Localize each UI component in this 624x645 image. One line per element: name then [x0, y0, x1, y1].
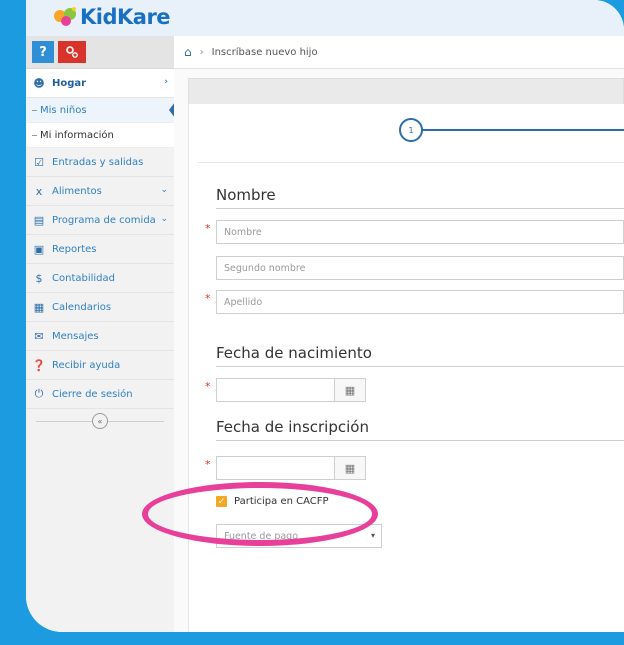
home-icon[interactable]: ⌂ — [184, 45, 192, 59]
sidebar-item-label: Entradas y salidas — [52, 156, 144, 168]
middle-name-placeholder: Segundo nombre — [224, 262, 306, 274]
breadcrumb-current: Inscríbase nuevo hijo — [211, 46, 318, 58]
dollar-icon: $ — [35, 271, 43, 285]
checkbox-icon: ☑ — [34, 155, 44, 169]
logo-mark-icon — [54, 7, 76, 26]
wizard-stepper: 1 — [399, 118, 624, 142]
gears-icon — [66, 46, 78, 58]
calendar-icon: ▦ — [344, 383, 356, 397]
last-name-input[interactable]: Apellido — [216, 290, 624, 314]
section-rule — [216, 366, 624, 367]
first-name-input[interactable]: Nombre — [216, 220, 624, 244]
top-bar: KidKare — [26, 0, 624, 36]
sidebar-item-label: Cierre de sesión — [52, 388, 133, 400]
step-indicator[interactable]: 1 — [399, 118, 423, 142]
caret-down-icon: ▾ — [370, 531, 375, 540]
sidebar-item-contabilidad[interactable]: $ Contabilidad — [26, 264, 174, 293]
cacfp-checkbox[interactable]: ✓ — [216, 496, 227, 507]
file-icon: ▣ — [33, 242, 45, 256]
required-mark: * — [205, 292, 211, 305]
chevron-down-icon: ⌄ — [160, 214, 168, 224]
first-name-placeholder: Nombre — [224, 226, 262, 238]
section-rule — [216, 440, 624, 441]
step-number: 1 — [408, 125, 414, 135]
settings-button[interactable] — [58, 41, 86, 63]
question-circle-icon: ❓ — [32, 358, 46, 372]
breadcrumb-separator-icon: › — [199, 46, 204, 58]
sidebar-item-mensajes[interactable]: ✉ Mensajes — [26, 322, 174, 351]
sidebar-item-label: Contabilidad — [52, 272, 115, 284]
required-mark: * — [205, 458, 211, 471]
sidebar-item-label: Programa de comida — [52, 214, 156, 226]
sidebar-item-programa[interactable]: ▤ Programa de comida ⌄ — [26, 206, 174, 235]
breadcrumb: ⌂ › Inscríbase nuevo hijo — [174, 36, 624, 69]
sidebar-item-entradas[interactable]: ☑ Entradas y salidas — [26, 148, 174, 177]
sidebar-item-label: Alimentos — [52, 185, 102, 197]
required-mark: * — [205, 222, 211, 235]
chevron-right-icon: › — [164, 77, 168, 87]
sidebar-item-label: Recibir ayuda — [52, 359, 121, 371]
step-connector — [421, 129, 624, 131]
section-title-fecha-inscripcion: Fecha de inscripción — [216, 418, 369, 436]
sidebar-collapse-row: « — [26, 409, 174, 433]
sidebar-item-label: Calendarios — [52, 301, 112, 313]
sidebar-subitem-label: Mis niños — [40, 104, 87, 116]
double-chevron-left-icon: « — [97, 416, 103, 426]
collapse-sidebar-button[interactable]: « — [92, 413, 108, 429]
calendar-picker-button[interactable]: ▦ — [334, 457, 365, 479]
kidkare-logo[interactable]: KidKare — [52, 2, 171, 32]
sidebar-item-cierre-sesion[interactable]: ⏻ Cierre de sesión — [26, 380, 174, 409]
help-button[interactable]: ? — [32, 41, 54, 63]
chevron-down-icon: ⌄ — [160, 185, 168, 195]
app-window: KidKare ? ☻ Hogar › Mis niños Mi informa… — [26, 0, 624, 632]
id-card-icon: ▤ — [33, 213, 45, 227]
help-label: ? — [39, 44, 47, 60]
payment-source-select[interactable]: Fuente de pago ▾ — [216, 524, 382, 548]
sidebar-item-label: Reportes — [52, 243, 97, 255]
calendar-icon: ▦ — [344, 461, 356, 475]
section-rule — [216, 208, 624, 209]
sidebar-item-hogar[interactable]: ☻ Hogar › — [26, 69, 174, 98]
utensils-icon: x — [35, 184, 43, 198]
calendar-picker-button[interactable]: ▦ — [334, 379, 365, 401]
sidebar-item-reportes[interactable]: ▣ Reportes — [26, 235, 174, 264]
required-mark: * — [205, 380, 211, 393]
sidebar-item-alimentos[interactable]: x Alimentos ⌄ — [26, 177, 174, 206]
enroll-form-panel: 1 Nombre * Nombre Segundo nombre * Apell… — [188, 104, 624, 632]
cacfp-checkbox-row[interactable]: ✓ Participa en CACFP — [216, 496, 329, 507]
cacfp-label: Participa en CACFP — [234, 496, 329, 507]
panel-header — [188, 78, 624, 106]
sidebar-item-label: Mensajes — [52, 330, 99, 342]
brand-name: KidKare — [80, 5, 171, 29]
power-icon: ⏻ — [34, 387, 44, 400]
birth-date-input[interactable]: ▦ — [216, 378, 366, 402]
payment-source-placeholder: Fuente de pago — [224, 530, 299, 542]
sidebar-item-label: Hogar — [52, 77, 87, 89]
sidebar-toolbar: ? — [26, 36, 174, 69]
sidebar-item-calendarios[interactable]: ▦ Calendarios — [26, 293, 174, 322]
sidebar: ? ☻ Hogar › Mis niños Mi información ☑ E… — [26, 36, 175, 632]
users-icon: ☻ — [33, 76, 45, 90]
sidebar-subitem-mi-informacion[interactable]: Mi información — [26, 123, 174, 148]
middle-name-input[interactable]: Segundo nombre — [216, 256, 624, 280]
section-title-nombre: Nombre — [216, 186, 276, 204]
last-name-placeholder: Apellido — [224, 296, 263, 308]
enrollment-date-input[interactable]: ▦ — [216, 456, 366, 480]
main-content: ⌂ › Inscríbase nuevo hijo 1 Nombre * Nom… — [174, 36, 624, 632]
envelope-icon: ✉ — [34, 329, 44, 343]
section-title-fecha-nacimiento: Fecha de nacimiento — [216, 344, 372, 362]
sidebar-subitem-mis-ninos[interactable]: Mis niños — [26, 98, 175, 123]
sidebar-subitem-label: Mi información — [40, 129, 114, 141]
divider — [197, 162, 624, 163]
sidebar-item-recibir-ayuda[interactable]: ❓ Recibir ayuda — [26, 351, 174, 380]
calendar-icon: ▦ — [33, 300, 45, 314]
